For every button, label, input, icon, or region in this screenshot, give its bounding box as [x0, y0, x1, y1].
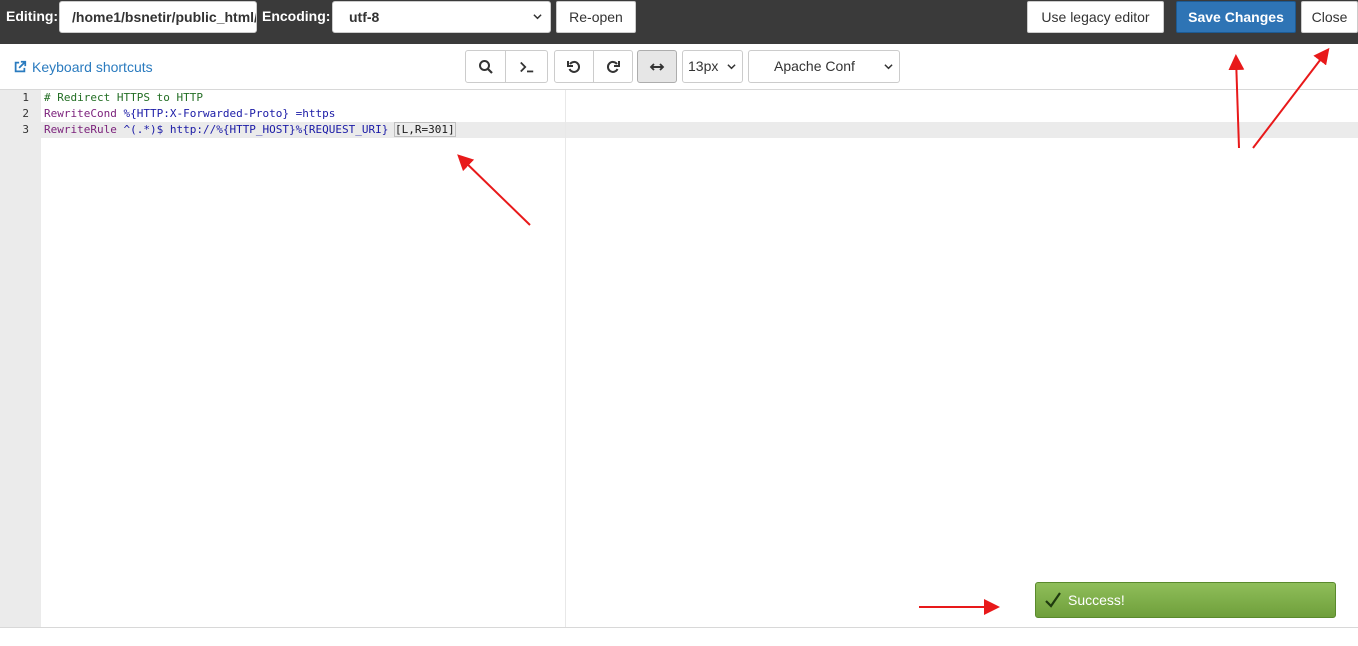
syntax-mode-value: Apache Conf — [774, 58, 855, 74]
chevron-down-icon — [533, 14, 542, 20]
close-button[interactable]: Close — [1301, 1, 1358, 33]
chevron-down-icon — [727, 64, 736, 70]
keyboard-shortcuts-link[interactable]: Keyboard shortcuts — [13, 59, 153, 75]
top-bar: Editing: /home1/bsnetir/public_html/.hta… — [0, 0, 1358, 44]
search-button[interactable] — [465, 50, 506, 83]
line-number: 3 — [22, 123, 29, 136]
encoding-select[interactable]: utf-8 — [332, 1, 551, 33]
chevron-down-icon — [884, 64, 893, 70]
success-message: Success! — [1068, 592, 1125, 608]
syntax-mode-select[interactable]: Apache Conf — [748, 50, 900, 83]
code-editor[interactable]: 1 # Redirect HTTPS to HTTP 2 RewriteCond… — [0, 89, 1358, 628]
code-directive: RewriteRule — [44, 123, 117, 136]
redo-button[interactable] — [593, 50, 633, 83]
code-args: %{HTTP:X-Forwarded-Proto} =https — [116, 107, 336, 120]
external-link-icon — [14, 60, 27, 73]
code-line[interactable]: 1 # Redirect HTTPS to HTTP — [0, 90, 1358, 106]
undo-icon — [567, 60, 581, 73]
legacy-editor-button[interactable]: Use legacy editor — [1027, 1, 1164, 33]
save-changes-button[interactable]: Save Changes — [1176, 1, 1296, 33]
encoding-value: utf-8 — [349, 9, 380, 25]
keyboard-shortcuts-label: Keyboard shortcuts — [32, 59, 153, 75]
code-text: RewriteCond %{HTTP:X-Forwarded-Proto} =h… — [44, 106, 335, 122]
code-comment: # Redirect HTTPS to HTTP — [44, 91, 203, 104]
code-line[interactable]: 3 RewriteRule ^(.*)$ http://%{HTTP_HOST}… — [0, 122, 1358, 138]
code-line[interactable]: 2 RewriteCond %{HTTP:X-Forwarded-Proto} … — [0, 106, 1358, 122]
line-number-gutter — [0, 90, 41, 627]
code-directive: RewriteCond — [44, 107, 117, 120]
code-args: ^(.*)$ http://%{HTTP_HOST}%{REQUEST_URI} — [116, 123, 396, 136]
reopen-button[interactable]: Re-open — [556, 1, 636, 33]
checkmark-icon — [1045, 592, 1061, 608]
success-notification: Success! — [1035, 582, 1336, 618]
font-size-value: 13px — [688, 58, 719, 74]
wrap-icon — [649, 62, 665, 71]
encoding-label: Encoding: — [262, 8, 331, 24]
code-flags: [L,R=301] — [394, 122, 456, 137]
code-text: RewriteRule ^(.*)$ http://%{HTTP_HOST}%{… — [44, 122, 456, 138]
terminal-icon — [519, 61, 533, 72]
redo-icon — [606, 60, 620, 73]
font-size-select[interactable]: 13px — [682, 50, 743, 83]
line-number: 2 — [22, 107, 29, 120]
line-number: 1 — [22, 91, 29, 104]
print-margin — [565, 90, 566, 627]
undo-button[interactable] — [554, 50, 594, 83]
search-icon — [478, 59, 493, 74]
editing-label: Editing: — [6, 8, 59, 24]
file-path-field[interactable]: /home1/bsnetir/public_html/.htaccess — [59, 1, 257, 33]
word-wrap-toggle[interactable] — [637, 50, 677, 83]
goto-line-button[interactable] — [505, 50, 548, 83]
